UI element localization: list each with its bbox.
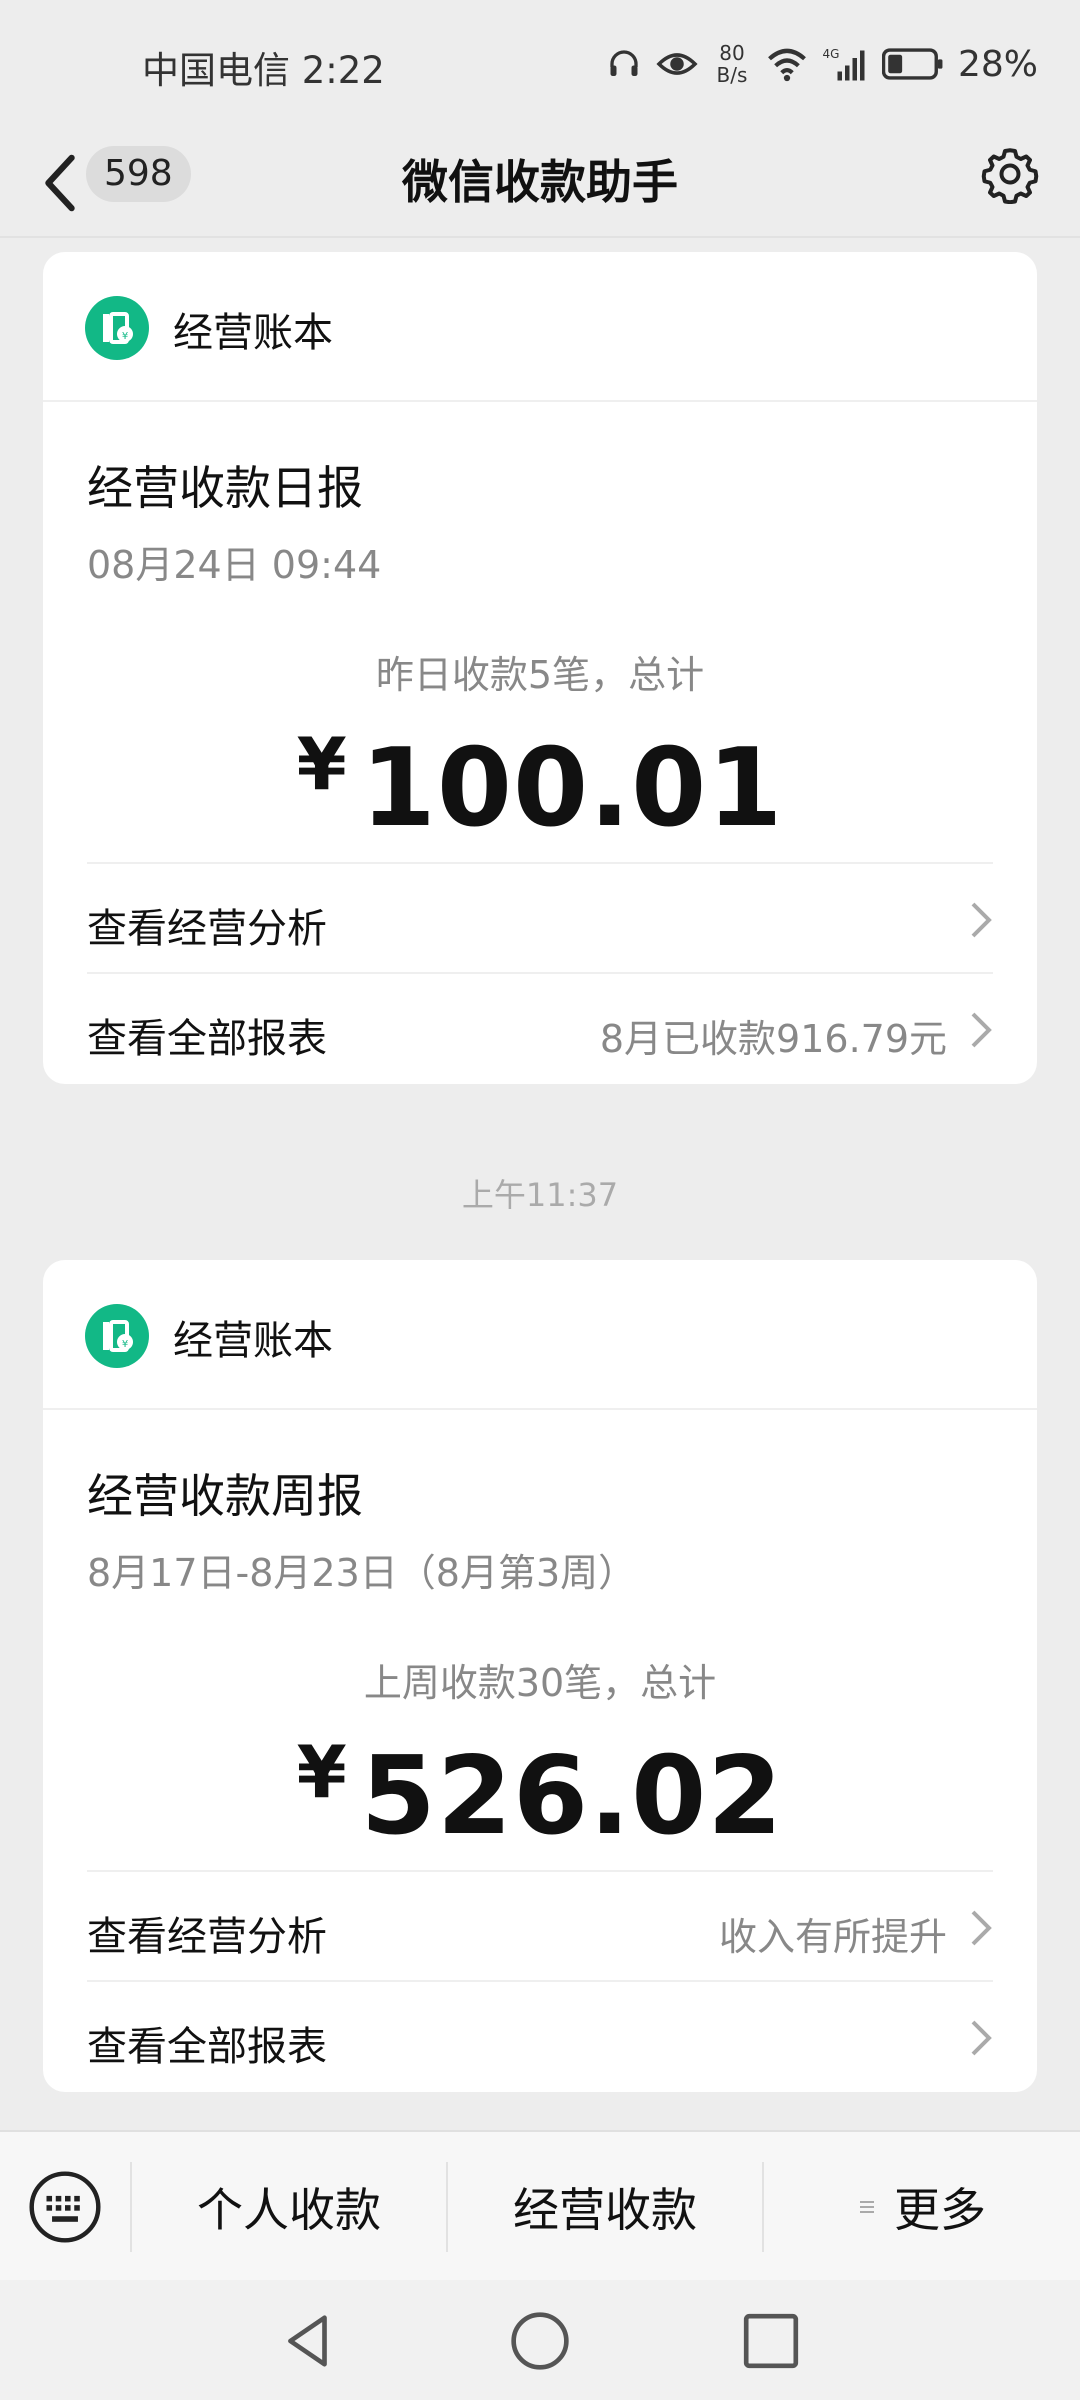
svg-text:¥: ¥ <box>122 331 128 342</box>
nav-back-icon[interactable] <box>278 2310 340 2372</box>
view-all-reports-row[interactable]: 查看全部报表 8月已收款916.79元 <box>87 972 993 1082</box>
daily-report-card[interactable]: ¥ 经营账本 经营收款日报 08月24日 09:44 昨日收款5笔，总计 ¥10… <box>43 252 1037 1084</box>
more-menu-label: 更多 <box>894 2183 986 2237</box>
wifi-icon <box>768 48 806 82</box>
report-title: 经营收款周报 <box>87 1469 363 1523</box>
gear-icon[interactable] <box>980 144 1040 204</box>
report-title: 经营收款日报 <box>87 461 363 515</box>
bottom-menu: 个人收款 经营收款 更多 <box>0 2130 1080 2280</box>
total-amount: ¥100.01 <box>43 722 1037 851</box>
title-divider <box>0 236 1080 238</box>
more-menu[interactable]: 更多 <box>764 2132 1080 2282</box>
report-date: 08月24日 09:44 <box>87 543 382 587</box>
row-label: 查看经营分析 <box>87 1914 327 1960</box>
title-bar: 598 微信收款助手 <box>0 130 1080 240</box>
ledger-app-logo-icon: ¥ <box>85 1304 149 1368</box>
system-nav-bar <box>0 2280 1080 2400</box>
network-speed: 80 B/s <box>712 42 752 86</box>
signal-icon: 4G <box>822 47 865 81</box>
nav-recents-icon[interactable] <box>740 2310 802 2372</box>
chevron-right-icon <box>971 902 992 938</box>
amount-value: 526.02 <box>360 1734 784 1859</box>
battery-percent: 28% <box>957 43 1038 85</box>
chevron-right-icon <box>971 2020 992 2056</box>
app-name: 经营账本 <box>173 310 333 356</box>
chevron-right-icon <box>971 1012 992 1048</box>
report-date: 8月17日-8月23日（8月第3周） <box>87 1551 637 1595</box>
currency-symbol: ¥ <box>296 722 347 806</box>
menu-lines-icon <box>860 2201 874 2213</box>
chevron-right-icon <box>971 1910 992 1946</box>
row-label: 查看全部报表 <box>87 1016 327 1062</box>
network-type-label: 4G <box>822 47 839 61</box>
row-label: 查看全部报表 <box>87 2024 327 2070</box>
nav-home-icon[interactable] <box>509 2310 571 2372</box>
page-title: 微信收款助手 <box>402 155 678 209</box>
row-value: 8月已收款916.79元 <box>599 1017 947 1061</box>
headphones-icon <box>610 50 638 76</box>
status-icons: 80 B/s 4G 28% <box>606 36 1038 92</box>
card-header: ¥ 经营账本 <box>43 252 1037 402</box>
speed-value: 80 <box>719 41 745 65</box>
card-header: ¥ 经营账本 <box>43 1260 1037 1410</box>
amount-value: 100.01 <box>360 726 784 851</box>
personal-payment-menu[interactable]: 个人收款 <box>132 2132 446 2282</box>
view-business-analysis-row[interactable]: 查看经营分析 收入有所提升 <box>87 1870 993 1980</box>
app-name: 经营账本 <box>173 1318 333 1364</box>
status-bar: 中国电信 2:22 80 B/s 4G 28% <box>0 0 1080 130</box>
weekly-report-card[interactable]: ¥ 经营账本 经营收款周报 8月17日-8月23日（8月第3周） 上周收款30笔… <box>43 1260 1037 2092</box>
svg-text:¥: ¥ <box>122 1339 128 1350</box>
total-amount: ¥526.02 <box>43 1730 1037 1859</box>
ledger-app-logo-icon: ¥ <box>85 296 149 360</box>
battery-icon <box>881 48 943 80</box>
screen: 中国电信 2:22 80 B/s 4G 28% 598 微信收款助手 ¥ 经营账… <box>0 0 1080 2400</box>
payment-summary: 上周收款30笔，总计 <box>363 1661 717 1705</box>
row-value: 收入有所提升 <box>718 1915 947 1959</box>
business-payment-menu[interactable]: 经营收款 <box>448 2132 762 2282</box>
payment-summary: 昨日收款5笔，总计 <box>375 653 705 697</box>
speed-unit: B/s <box>716 63 748 87</box>
carrier-time: 中国电信 2:22 <box>142 49 385 92</box>
message-time-separator: 上午11:37 <box>461 1176 619 1214</box>
keyboard-icon[interactable] <box>28 2170 102 2244</box>
view-business-analysis-row[interactable]: 查看经营分析 <box>87 862 993 972</box>
row-label: 查看经营分析 <box>87 906 327 952</box>
currency-symbol: ¥ <box>296 1730 347 1814</box>
view-all-reports-row[interactable]: 查看全部报表 <box>87 1980 993 2090</box>
eye-icon <box>656 53 698 75</box>
